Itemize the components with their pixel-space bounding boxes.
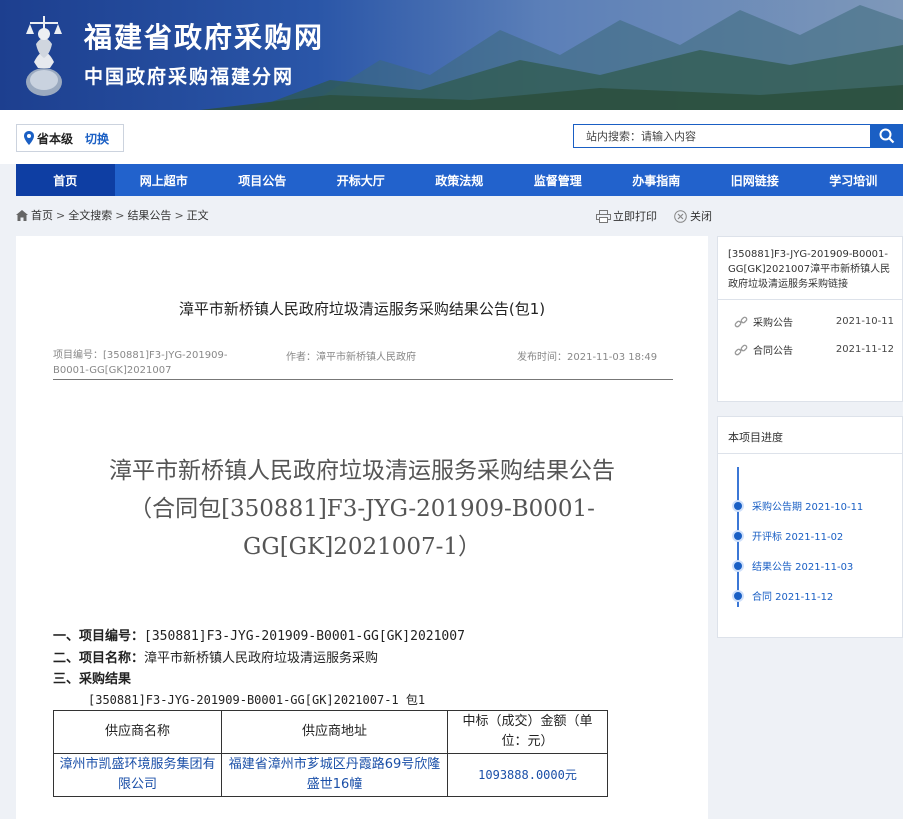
timeline-dot-icon bbox=[732, 499, 744, 512]
article-title: 漳平市新桥镇人民政府垃圾清运服务采购结果公告(包1) bbox=[178, 300, 546, 318]
progress-step[interactable]: 采购公告期 2021-10-11 bbox=[732, 498, 863, 513]
table-header: 供应商名称 bbox=[53, 710, 222, 754]
progress-step[interactable]: 开评标 2021-11-02 bbox=[732, 528, 843, 543]
meta-project-number: 项目编号：[350881]F3-JYG-201909-B0001-GG[GK]2… bbox=[53, 350, 228, 376]
section-label: 一、项目编号： bbox=[53, 629, 145, 644]
project-progress-panel: 本项目进度 采购公告期 2021-10-11 开评标 2021-11-02 结果… bbox=[717, 416, 903, 638]
section-value: [350881]F3-JYG-201909-B0001-GG[GK]202100… bbox=[144, 629, 465, 644]
link-icon bbox=[734, 316, 748, 327]
nav-item-old-site[interactable]: 旧网链接 bbox=[706, 164, 805, 196]
close-button[interactable]: 关闭 bbox=[674, 208, 712, 224]
divider bbox=[718, 453, 903, 454]
nav-item-policies[interactable]: 政策法规 bbox=[410, 164, 509, 196]
document-title-line1: 漳平市新桥镇人民政府垃圾清运服务采购结果公告 bbox=[109, 458, 615, 484]
related-link-procurement[interactable]: 采购公告 2021-10-11 bbox=[734, 314, 894, 329]
print-button[interactable]: 立即打印 bbox=[596, 208, 657, 224]
breadcrumb-current: 正文 bbox=[186, 209, 209, 222]
section-label: 三、采购结果 bbox=[53, 672, 132, 687]
nav-item-project-notices[interactable]: 项目公告 bbox=[213, 164, 312, 196]
site-title: 福建省政府采购网 bbox=[84, 21, 325, 54]
progress-step-label: 合同 2021-11-12 bbox=[752, 592, 834, 603]
related-link-contract[interactable]: 合同公告 2021-11-12 bbox=[734, 342, 894, 357]
region-label: 省本级 bbox=[37, 131, 74, 146]
top-bar: 省本级 切换 bbox=[0, 110, 903, 164]
results-table: 供应商名称 供应商地址 中标（成交）金额（单位：元） 漳州市凯盛环境服务集团有限… bbox=[53, 710, 608, 797]
breadcrumb: 首页 > 全文搜索 > 结果公告 > 正文 立即打印 关闭 bbox=[16, 204, 903, 226]
nav-item-home[interactable]: 首页 bbox=[16, 164, 115, 196]
home-icon bbox=[16, 209, 28, 221]
section-project-number: 一、项目编号：[350881]F3-JYG-201909-B0001-GG[GK… bbox=[53, 625, 465, 644]
progress-step[interactable]: 结果公告 2021-11-03 bbox=[732, 558, 853, 573]
switch-region-link[interactable]: 切换 bbox=[85, 130, 109, 147]
section-results: 三、采购结果 bbox=[53, 668, 131, 687]
breadcrumb-separator: > bbox=[56, 208, 66, 222]
related-link-date: 2021-11-12 bbox=[835, 344, 894, 355]
main-nav: 首页 网上超市 项目公告 开标大厅 政策法规 监督管理 办事指南 旧网链接 学习… bbox=[16, 164, 903, 196]
site-subtitle: 中国政府采购福建分网 bbox=[84, 66, 295, 88]
search-icon bbox=[879, 128, 895, 144]
emblem-icon bbox=[26, 16, 62, 96]
section-label: 二、项目名称： bbox=[53, 651, 145, 666]
progress-step-label: 结果公告 2021-11-03 bbox=[752, 562, 854, 573]
timeline-dot-icon bbox=[732, 559, 744, 572]
table-cell-supplier: 漳州市凯盛环境服务集团有限公司 bbox=[53, 753, 222, 797]
printer-icon bbox=[596, 209, 611, 223]
progress-step-label: 开评标 2021-11-02 bbox=[752, 532, 844, 543]
nav-item-training[interactable]: 学习培训 bbox=[804, 164, 903, 196]
progress-step-label: 采购公告期 2021-10-11 bbox=[752, 502, 864, 513]
breadcrumb-home[interactable]: 首页 bbox=[31, 207, 53, 223]
table-header: 供应商地址 bbox=[221, 710, 448, 754]
related-links-panel: [350881]F3-JYG-201909-B0001-GG[GK]202100… bbox=[717, 236, 903, 402]
search-button[interactable] bbox=[871, 124, 903, 148]
close-icon bbox=[674, 209, 687, 223]
search-input[interactable] bbox=[573, 124, 871, 148]
breadcrumb-separator: > bbox=[115, 208, 125, 222]
breadcrumb-separator: > bbox=[174, 208, 184, 222]
timeline-dot-icon bbox=[732, 529, 744, 542]
nav-item-guide[interactable]: 办事指南 bbox=[607, 164, 706, 196]
progress-title: 本项目进度 bbox=[728, 431, 783, 444]
document-title-line2: （合同包[350881]F3-JYG-201909-B0001- bbox=[129, 496, 595, 522]
section-project-name: 二、项目名称：漳平市新桥镇人民政府垃圾清运服务采购 bbox=[53, 647, 378, 666]
link-icon bbox=[734, 344, 748, 355]
table-header: 中标（成交）金额（单位：元） bbox=[447, 710, 608, 754]
nav-item-online-mall[interactable]: 网上超市 bbox=[115, 164, 214, 196]
related-link-date: 2021-10-11 bbox=[835, 316, 894, 327]
breadcrumb-results[interactable]: 结果公告 bbox=[127, 207, 171, 223]
close-label: 关闭 bbox=[690, 210, 712, 223]
result-package: [350881]F3-JYG-201909-B0001-GG[GK]202100… bbox=[88, 693, 426, 707]
location-pin-icon bbox=[24, 131, 34, 145]
nav-item-supervision[interactable]: 监督管理 bbox=[509, 164, 608, 196]
article-panel: 漳平市新桥镇人民政府垃圾清运服务采购结果公告(包1) 项目编号：[350881]… bbox=[16, 236, 708, 819]
related-links-title: [350881]F3-JYG-201909-B0001-GG[GK]202100… bbox=[728, 249, 891, 290]
related-link-label: 采购公告 bbox=[753, 318, 793, 329]
section-value: 漳平市新桥镇人民政府垃圾清运服务采购 bbox=[144, 651, 379, 666]
breadcrumb-search[interactable]: 全文搜索 bbox=[68, 207, 112, 223]
table-header-row: 供应商名称 供应商地址 中标（成交）金额（单位：元） bbox=[53, 710, 608, 754]
document-title-line3: GG[GK]2021007-1） bbox=[242, 534, 482, 560]
table-cell-amount: 1093888.0000元 bbox=[447, 753, 608, 797]
print-label: 立即打印 bbox=[613, 210, 657, 223]
table-row: 漳州市凯盛环境服务集团有限公司 福建省漳州市芗城区丹霞路69号欣隆盛世16幢 1… bbox=[53, 753, 608, 797]
header-banner: 福建省政府采购网 中国政府采购福建分网 bbox=[0, 0, 903, 110]
progress-step[interactable]: 合同 2021-11-12 bbox=[732, 588, 833, 603]
divider bbox=[718, 299, 903, 300]
meta-author: 作者：漳平市新桥镇人民政府 bbox=[286, 352, 416, 363]
meta-published: 发布时间：2021-11-03 18:49 bbox=[517, 352, 658, 363]
document-title: 漳平市新桥镇人民政府垃圾清运服务采购结果公告 （合同包[350881]F3-JY… bbox=[46, 452, 678, 566]
timeline-dot-icon bbox=[732, 589, 744, 602]
related-link-label: 合同公告 bbox=[753, 346, 793, 357]
table-cell-address: 福建省漳州市芗城区丹霞路69号欣隆盛世16幢 bbox=[221, 753, 448, 797]
region-selector[interactable]: 省本级 切换 bbox=[16, 124, 124, 152]
meta-divider bbox=[53, 379, 673, 380]
nav-item-bid-hall[interactable]: 开标大厅 bbox=[312, 164, 411, 196]
